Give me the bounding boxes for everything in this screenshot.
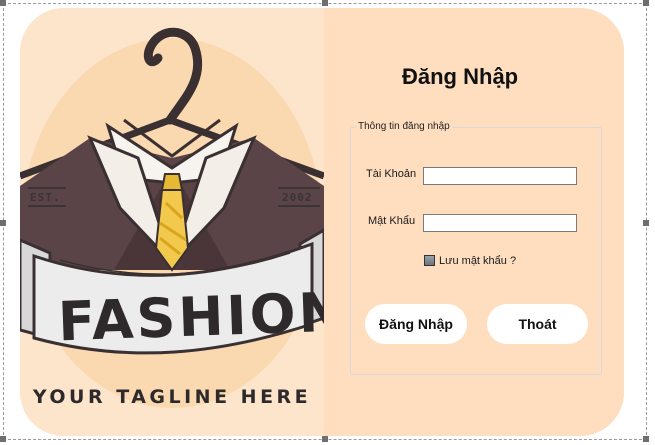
remember-password-checkbox[interactable]	[424, 255, 435, 266]
resize-handle-bottom-left[interactable]	[0, 436, 6, 442]
resize-handle-middle-right[interactable]	[643, 220, 649, 226]
logo-year-text: 2002	[282, 191, 313, 204]
remember-password-label[interactable]: Lưu mật khẩu ?	[439, 255, 516, 267]
login-button[interactable]: Đăng Nhập	[365, 304, 467, 344]
logo-est-text: EST.	[30, 191, 61, 204]
logo-tagline: YOUR TAGLINE HERE	[32, 386, 312, 408]
fashion-logo-image	[20, 27, 324, 408]
username-label: Tài Khoản	[366, 168, 417, 180]
logo-panel: EST. 2002 FASHION YOUR TAGLINE HERE	[20, 8, 348, 436]
resize-handle-bottom-right[interactable]	[643, 436, 649, 442]
password-label: Mật Khẩu	[368, 215, 416, 227]
resize-handle-top-left[interactable]	[0, 0, 6, 6]
resize-handle-top-center[interactable]	[322, 0, 328, 6]
resize-handle-middle-left[interactable]	[0, 220, 6, 226]
logo-brand-text: FASHION	[56, 280, 348, 354]
resize-handle-top-right[interactable]	[643, 0, 649, 6]
username-input[interactable]	[423, 167, 577, 185]
resize-handle-bottom-center[interactable]	[322, 436, 328, 442]
login-info-groupbox-title: Thông tin đăng nhập	[356, 121, 452, 132]
exit-button[interactable]: Thoát	[487, 304, 588, 344]
login-title: Đăng Nhập	[402, 64, 519, 89]
password-input[interactable]	[423, 214, 577, 232]
